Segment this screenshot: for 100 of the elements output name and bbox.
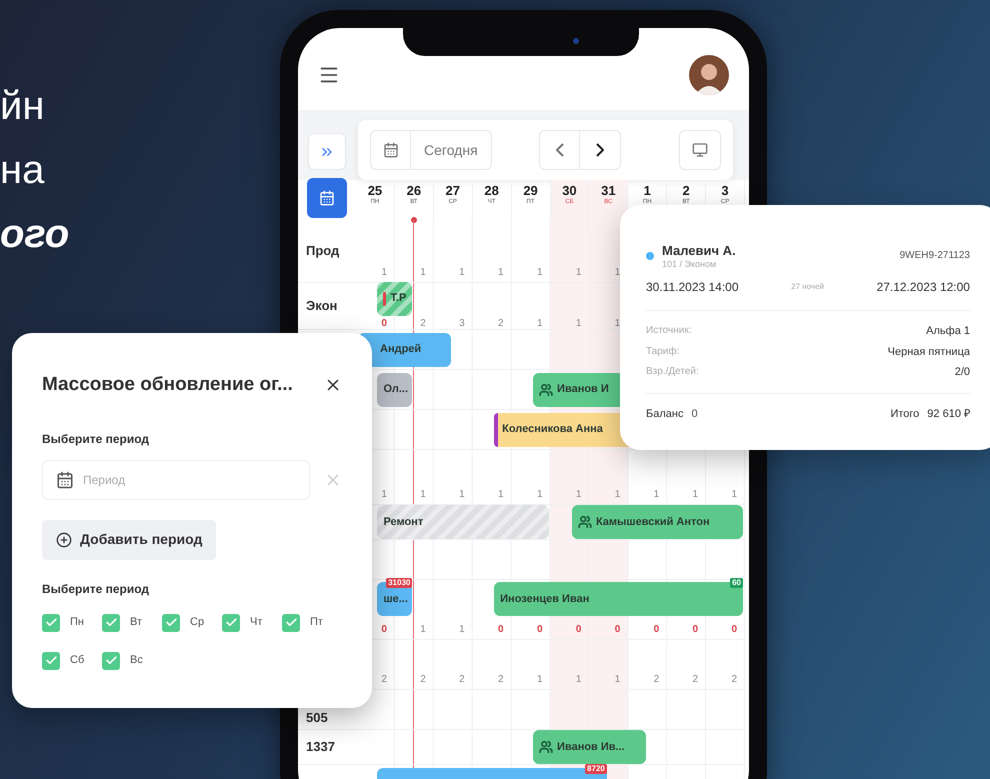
chevron-right-icon [596,143,604,157]
check-icon [104,654,118,667]
check-icon [224,616,238,629]
checkbox[interactable] [42,652,60,670]
availability-count: 1 [614,266,622,280]
booking-bar[interactable]: Ремонт [377,505,548,539]
day-number: 28 [484,184,499,198]
day-number: 31 [601,184,616,198]
availability-count: 1 [458,488,466,502]
booking-bar[interactable]: Камышевский Антон [572,505,743,539]
checkbox[interactable] [102,652,120,670]
availability-count: 1 [692,488,700,502]
day-number: 3 [721,184,729,198]
day-number: 29 [523,184,538,198]
availability-count: 2 [652,673,660,687]
field-label: Выберите период [42,580,150,598]
nights-text: 27 ночей [791,281,824,293]
availability-count: 1 [536,316,544,330]
availability-count: 0 [380,316,388,330]
check-icon [284,616,298,629]
display-button[interactable] [679,130,721,170]
availability-count: 1 [730,488,738,502]
headline-text: йн [0,83,46,130]
availability-count: 1 [536,266,544,280]
checkbox[interactable] [162,614,180,632]
availability-count: 0 [497,623,505,637]
checkbox-label: Чт [250,615,262,630]
row-label: Прод [306,242,340,260]
booking-code: 9WEH9-271123 [900,249,970,263]
avatar[interactable] [689,55,729,95]
guest-name: Ол... [383,382,408,398]
price-badge: 60 [730,578,743,588]
availability-count: 2 [380,673,388,687]
booking-bar[interactable]: Иванов Ив... [533,730,646,764]
availability-count: 0 [730,623,738,637]
availability-count: 0 [692,623,700,637]
availability-count: 2 [419,316,427,330]
guest-name: Колесникова Анна [501,422,603,438]
add-period-button[interactable]: Добавить период [42,520,216,560]
check-icon [164,616,178,629]
headline-text: ого [0,211,70,258]
availability-count: 2 [458,673,466,687]
checkbox-label: Вс [130,653,143,668]
availability-count: 1 [497,488,505,502]
guest-name: Андрей [380,342,422,358]
day-number: 2 [682,184,690,198]
detail-label: Тариф: [646,344,680,358]
availability-count: 1 [574,488,582,502]
day-number: 30 [562,184,577,198]
check-in-date: 30.11.2023 14:00 [646,279,739,296]
availability-count: 1 [458,623,466,637]
checkbox[interactable] [102,614,120,632]
availability-count: 2 [692,673,700,687]
detail-label: Источник: [646,324,692,338]
check-out-date: 27.12.2023 12:00 [876,279,970,296]
booking-bar[interactable]: Ол... [377,372,412,406]
period-field[interactable]: Период [42,460,310,500]
detail-value: Альфа 1 [926,324,970,339]
total-value: 92 610 ₽ [927,406,970,422]
check-icon [104,616,118,629]
availability-count: 1 [614,488,622,502]
day-number: 26 [406,184,422,198]
guest-name: Иванов Ив... [557,740,625,755]
availability-count: 1 [380,488,388,502]
checkbox-label: Пт [310,615,323,630]
detail-label: Взр./Детей: [646,365,699,379]
checkbox-label: Ср [190,615,204,630]
checkbox-label: Сб [70,653,84,668]
expand-button[interactable] [308,133,346,170]
row-label: Экон [306,297,338,316]
calendar-icon [56,470,74,488]
guest-name: Ремонт [383,514,424,530]
availability-count: 1 [458,266,466,280]
availability-count: 2 [497,316,505,330]
guest-name: Камышевский Антон [596,514,710,530]
checkbox[interactable] [42,614,60,632]
calendar-view-button[interactable] [307,178,347,218]
availability-count: 1 [574,266,582,280]
checkbox-label: Вт [130,615,142,630]
day-number: 1 [644,184,651,198]
price-badge: 8720 [585,764,607,774]
check-icon [44,616,58,629]
availability-count: 1 [536,488,544,502]
field-label: Выберите период [42,430,150,448]
day-number: 25 [368,184,382,198]
availability-count: 3 [458,316,466,330]
checkbox[interactable] [282,614,300,632]
camera-icon [573,38,579,44]
monitor-icon [692,142,708,158]
booking-bar[interactable]: Т.Р [377,282,412,316]
checkbox[interactable] [222,614,240,632]
guest-name: Малевич А. [662,243,736,259]
availability-count: 0 [574,623,582,637]
availability-count: 1 [497,266,505,280]
guest-name: Иванов И [557,382,609,398]
day-number: 27 [446,184,460,198]
room-text: 101 / Эконом [662,259,718,270]
availability-count: 2 [419,673,427,687]
availability-count: 0 [614,623,622,637]
availability-count: 0 [380,623,388,637]
